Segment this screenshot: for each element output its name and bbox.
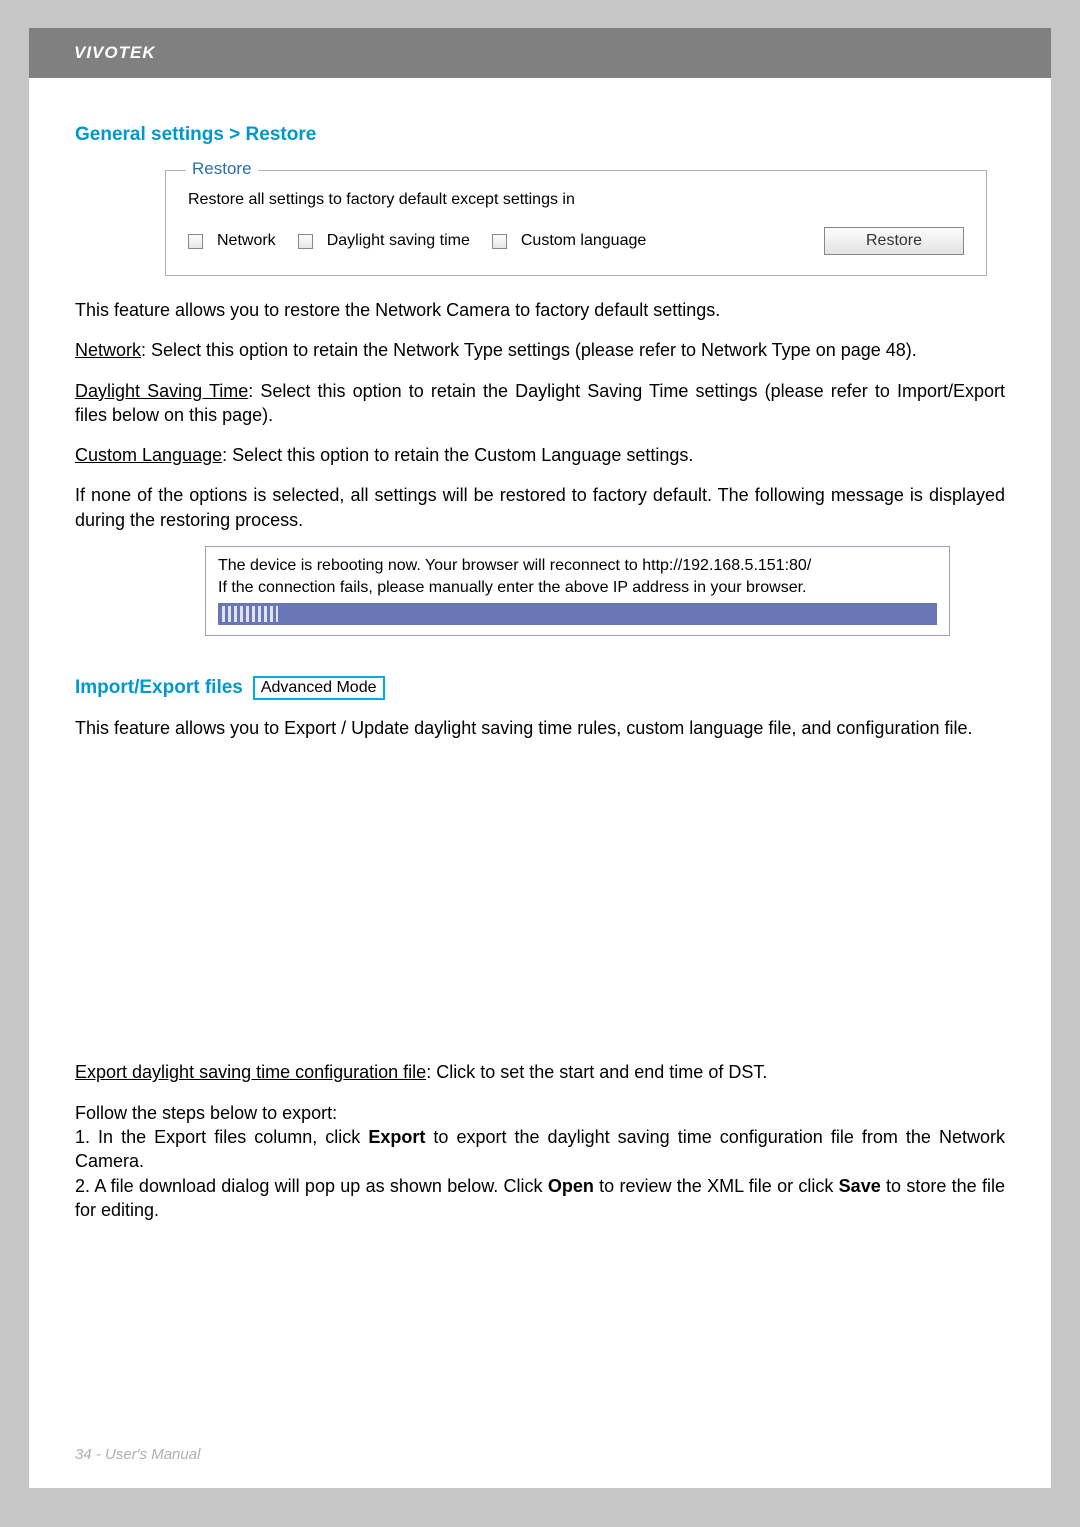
brand-logo: VIVOTEK	[74, 43, 156, 63]
checkbox-label-custom-language: Custom language	[521, 232, 646, 250]
step2-mid: to review the XML file or click	[594, 1176, 839, 1196]
step2-bold1: Open	[548, 1176, 594, 1196]
export-dst-label: Export daylight saving time configuratio…	[75, 1062, 426, 1082]
step1-pre: 1. In the Export files column, click	[75, 1127, 368, 1147]
progress-stripes-icon	[222, 606, 278, 622]
advanced-mode-badge: Advanced Mode	[253, 676, 385, 700]
checkbox-label-dst: Daylight saving time	[327, 232, 470, 250]
none-selected-text: If none of the options is selected, all …	[75, 483, 1005, 532]
checkbox-label-network: Network	[217, 232, 276, 250]
import-export-heading-row: Import/Export files Advanced Mode	[75, 676, 1005, 700]
lang-option-text: : Select this option to retain the Custo…	[222, 445, 693, 465]
lang-option-label: Custom Language	[75, 445, 222, 465]
blank-space	[75, 740, 1005, 1060]
step-1: 1. In the Export files column, click Exp…	[75, 1125, 1005, 1174]
dst-option-paragraph: Daylight Saving Time: Select this option…	[75, 379, 1005, 428]
reboot-line1: The device is rebooting now. Your browse…	[218, 557, 937, 575]
step1-bold: Export	[368, 1127, 425, 1147]
step-2: 2. A file download dialog will pop up as…	[75, 1174, 1005, 1223]
export-dst-paragraph: Export daylight saving time configuratio…	[75, 1060, 1005, 1084]
page-footer: 34 - User's Manual	[29, 1443, 1051, 1464]
page-header: VIVOTEK	[29, 28, 1051, 78]
restore-description: Restore all settings to factory default …	[188, 191, 964, 209]
step2-bold2: Save	[839, 1176, 881, 1196]
footer-text: 34 - User's Manual	[75, 1446, 200, 1463]
dst-option-label: Daylight Saving Time	[75, 381, 248, 401]
restore-button[interactable]: Restore	[824, 227, 964, 255]
checkbox-dst[interactable]	[298, 234, 313, 249]
lang-option-paragraph: Custom Language: Select this option to r…	[75, 443, 1005, 467]
checkbox-custom-language[interactable]	[492, 234, 507, 249]
reboot-progress-bar	[218, 603, 937, 625]
restore-fieldset: Restore Restore all settings to factory …	[165, 170, 987, 276]
export-dst-text: : Click to set the start and end time of…	[426, 1062, 767, 1082]
steps-intro: Follow the steps below to export:	[75, 1101, 1005, 1125]
reboot-line2: If the connection fails, please manually…	[218, 579, 937, 597]
import-export-intro: This feature allows you to Export / Upda…	[75, 716, 1005, 740]
section-title-restore: General settings > Restore	[75, 124, 1005, 146]
step2-pre: 2. A file download dialog will pop up as…	[75, 1176, 548, 1196]
page-content: General settings > Restore Restore Resto…	[29, 124, 1051, 1222]
manual-page: VIVOTEK General settings > Restore Resto…	[29, 28, 1051, 1488]
network-option-label: Network	[75, 340, 141, 360]
restore-button-label: Restore	[866, 232, 922, 250]
checkbox-network[interactable]	[188, 234, 203, 249]
restore-intro-text: This feature allows you to restore the N…	[75, 298, 1005, 322]
network-option-text: : Select this option to retain the Netwo…	[141, 340, 917, 360]
restore-legend: Restore	[186, 159, 258, 179]
restore-options-row: Network Daylight saving time Custom lang…	[188, 227, 964, 255]
section-title-import-export: Import/Export files	[75, 677, 243, 699]
network-option-paragraph: Network: Select this option to retain th…	[75, 338, 1005, 362]
reboot-message-box: The device is rebooting now. Your browse…	[205, 546, 950, 636]
